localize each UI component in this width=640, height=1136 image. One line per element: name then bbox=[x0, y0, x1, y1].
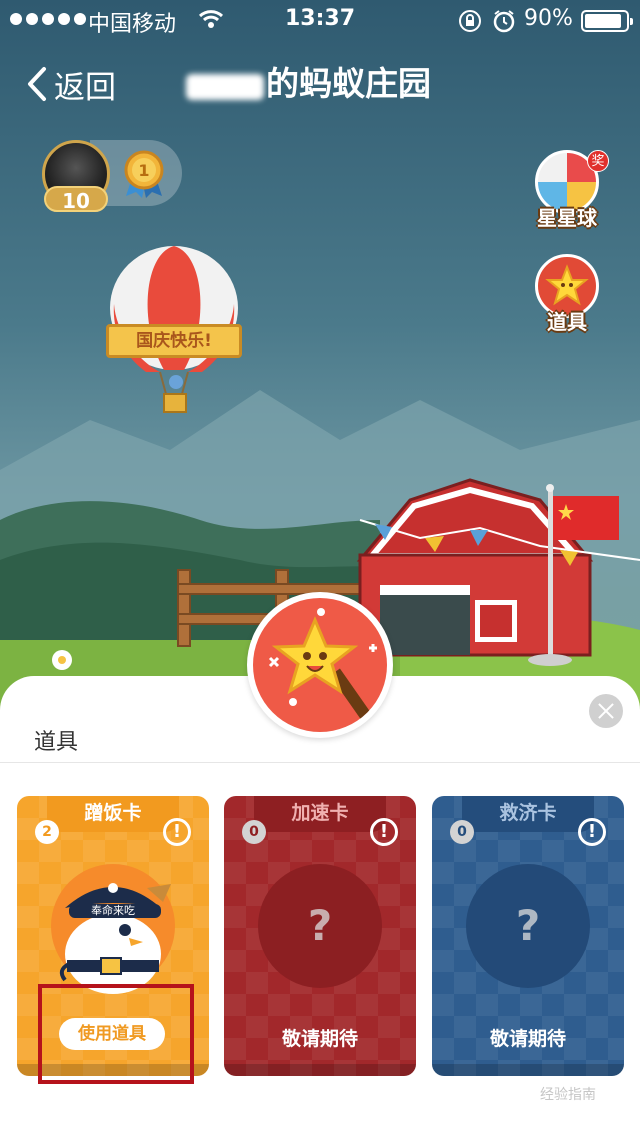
sheet-title: 道具 bbox=[34, 730, 79, 755]
card-bottom-shade bbox=[432, 1064, 624, 1076]
info-icon[interactable]: ! bbox=[370, 818, 398, 846]
card-relief[interactable]: 救济卡 0 ! ? 敬请期待 bbox=[432, 796, 624, 1076]
alarm-icon bbox=[493, 10, 515, 33]
card-status: 敬请期待 bbox=[489, 1028, 566, 1050]
question-mark-icon: ? bbox=[515, 901, 541, 950]
medal-rank: 1 bbox=[138, 161, 149, 180]
card-bottom-shade bbox=[224, 1064, 416, 1076]
card-status: 敬请期待 bbox=[281, 1028, 358, 1050]
battery-icon bbox=[581, 10, 633, 32]
watermark: 经验指南 bbox=[540, 1087, 596, 1103]
star-ball-label: 星星球 bbox=[537, 206, 597, 230]
level-badge: 10 bbox=[44, 186, 108, 213]
sheet-divider bbox=[0, 762, 640, 763]
redacted-username bbox=[186, 74, 264, 100]
card-count: 0 bbox=[450, 820, 474, 844]
props-header-badge bbox=[247, 592, 393, 738]
highlight-box bbox=[38, 984, 194, 1084]
card-title: 蹭饭卡 bbox=[47, 796, 179, 832]
medal-icon[interactable]: 1 bbox=[122, 148, 166, 198]
card-count: 2 bbox=[35, 820, 59, 844]
back-button[interactable]: 返回 bbox=[26, 62, 116, 106]
battery-percentage: 90% bbox=[524, 6, 573, 31]
star-wand-icon bbox=[545, 264, 589, 306]
pirate-chicken-illustration: 奉命来吃 bbox=[59, 883, 171, 994]
page-title: 的蚂蚁庄园 bbox=[266, 64, 431, 103]
hat-text: 奉命来吃 bbox=[91, 903, 135, 917]
close-icon[interactable] bbox=[589, 694, 623, 728]
status-bar: 中国移动 13:37 90% bbox=[0, 0, 640, 40]
orientation-lock-icon bbox=[459, 10, 481, 32]
card-count: 0 bbox=[242, 820, 266, 844]
balloon-banner: 国庆快乐! bbox=[106, 324, 242, 358]
card-title: 加速卡 bbox=[254, 796, 386, 832]
reward-badge: 奖 bbox=[587, 150, 609, 172]
magic-wand-icon bbox=[268, 608, 377, 728]
props-entry[interactable]: 道具 bbox=[527, 254, 607, 335]
props-entry-label: 道具 bbox=[547, 310, 587, 334]
question-mark-icon: ? bbox=[307, 901, 333, 950]
chevron-left-icon bbox=[28, 67, 46, 101]
card-speed[interactable]: 加速卡 0 ! ? 敬请期待 bbox=[224, 796, 416, 1076]
info-icon[interactable]: ! bbox=[578, 818, 606, 846]
info-icon[interactable]: ! bbox=[163, 818, 191, 846]
back-label: 返回 bbox=[54, 69, 116, 106]
card-title: 救济卡 bbox=[462, 796, 594, 832]
